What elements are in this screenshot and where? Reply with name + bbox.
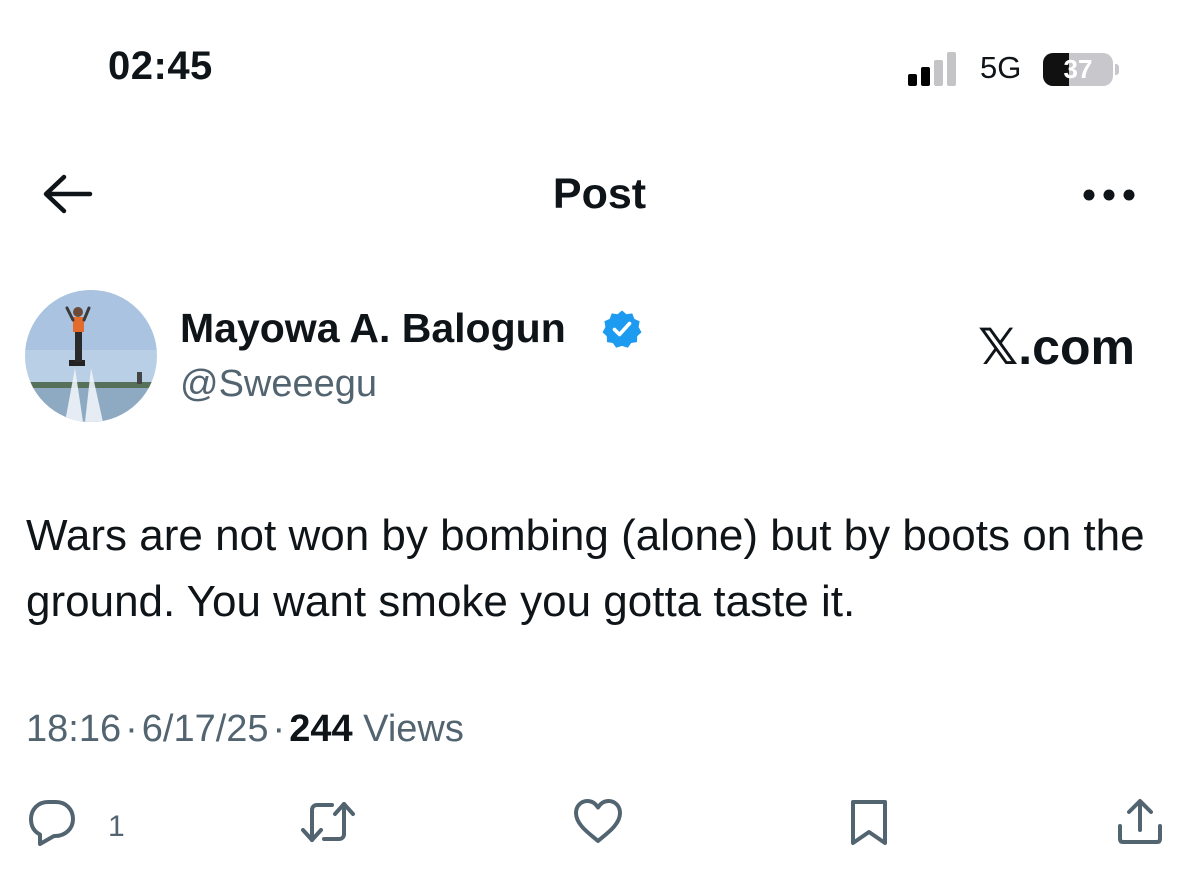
more-horizontal-icon[interactable] [1080,183,1138,207]
meta-separator: · [272,708,286,750]
reply-count: 1 [108,810,125,843]
avatar-image [25,290,157,422]
views-count: 244 [289,708,353,750]
bookmark-icon [851,800,887,845]
page-title: Post [552,170,647,218]
network-type: 5G [980,50,1022,85]
author-display-name[interactable]: Mayowa A. Balogun [180,305,566,352]
like-icon [574,799,622,843]
bookmark-button[interactable] [843,796,895,852]
x-com-watermark: 𝕏.com [978,319,1135,375]
reply-icon [29,800,75,846]
battery-body: 37 [1043,53,1113,86]
tweet-time[interactable]: 18:16 [26,708,121,750]
share-icon [1118,799,1162,844]
tweet-metadata: 18:16 · 6/17/25 · 244 Views [26,708,464,751]
status-time: 02:45 [108,44,213,88]
cellular-signal-icon [908,52,956,86]
tweet-text: Wars are not won by bombing (alone) but … [26,511,1145,626]
repost-button[interactable] [300,796,356,852]
battery-level: 37 [1063,54,1093,84]
verified-badge-icon [602,310,642,348]
battery-icon: 37 [1043,53,1119,86]
share-button[interactable] [1114,796,1166,852]
repost-icon [301,802,355,842]
reply-button[interactable] [26,796,78,852]
tweet-date[interactable]: 6/17/25 [142,708,269,750]
avatar[interactable] [25,290,157,422]
post-screen: 02:45 5G 37 Post Mayowa A. Balogun @Swee… [0,0,1199,893]
views-label: Views [363,708,464,750]
meta-separator: · [125,708,138,750]
author-handle[interactable]: @Sweeegu [180,363,377,406]
battery-cap [1115,64,1119,75]
like-button[interactable] [572,796,624,852]
